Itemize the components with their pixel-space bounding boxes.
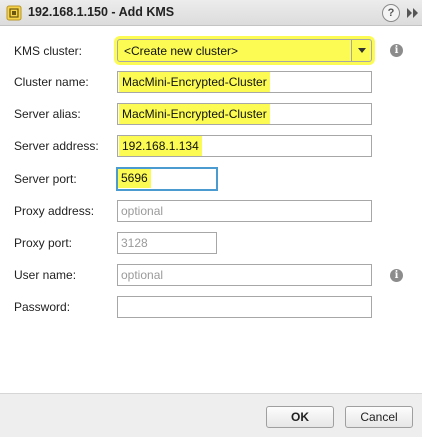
server-address-value: 192.168.1.134 <box>121 138 200 154</box>
server-port-value: 5696 <box>120 170 149 186</box>
server-port-row: Server port: 5696 <box>0 166 422 191</box>
server-alias-input[interactable]: MacMini-Encrypted-Cluster <box>117 103 372 125</box>
password-label: Password: <box>14 300 71 314</box>
server-address-label: Server address: <box>14 139 99 153</box>
server-port-input[interactable]: 5696 <box>116 167 218 191</box>
proxy-port-input[interactable]: 3128 <box>117 232 217 254</box>
help-button[interactable]: ? <box>382 4 400 22</box>
chevron-down-icon[interactable] <box>351 40 371 61</box>
dialog-titlebar: 192.168.1.150 - Add KMS ? <box>0 0 422 26</box>
proxy-port-label: Proxy port: <box>14 236 73 250</box>
proxy-address-row: Proxy address: optional <box>0 199 422 223</box>
server-alias-row: Server alias: MacMini-Encrypted-Cluster <box>0 102 422 126</box>
password-row: Password: <box>0 295 422 319</box>
kms-cluster-label: KMS cluster: <box>14 44 83 58</box>
server-alias-value: MacMini-Encrypted-Cluster <box>121 106 268 122</box>
server-address-row: Server address: 192.168.1.134 <box>0 134 422 158</box>
user-name-label: User name: <box>14 268 77 282</box>
dialog-footer: OK Cancel <box>0 393 422 437</box>
info-icon[interactable]: i <box>390 269 403 282</box>
cluster-name-input[interactable]: MacMini-Encrypted-Cluster <box>117 71 372 93</box>
password-input[interactable] <box>117 296 372 318</box>
user-name-input[interactable]: optional <box>117 264 372 286</box>
kms-cluster-select[interactable]: <Create new cluster> <box>117 39 372 62</box>
cluster-name-label: Cluster name: <box>14 75 89 89</box>
info-icon[interactable]: i <box>390 44 403 57</box>
cluster-name-value: MacMini-Encrypted-Cluster <box>121 74 268 90</box>
cancel-button[interactable]: Cancel <box>345 406 413 428</box>
server-alias-label: Server alias: <box>14 107 81 121</box>
kms-cluster-selected-value: <Create new cluster> <box>124 44 239 58</box>
user-name-row: User name: optional <box>0 263 422 287</box>
ok-button[interactable]: OK <box>266 406 334 428</box>
server-port-label: Server port: <box>14 172 77 186</box>
proxy-address-label: Proxy address: <box>14 204 95 218</box>
server-address-input[interactable]: 192.168.1.134 <box>117 135 372 157</box>
proxy-port-row: Proxy port: 3128 <box>0 231 422 255</box>
vsphere-icon <box>6 5 22 21</box>
dialog-title: 192.168.1.150 - Add KMS <box>28 5 175 19</box>
double-chevron-right-icon[interactable] <box>404 5 420 21</box>
cluster-name-row: Cluster name: MacMini-Encrypted-Cluster <box>0 70 422 94</box>
proxy-address-input[interactable]: optional <box>117 200 372 222</box>
